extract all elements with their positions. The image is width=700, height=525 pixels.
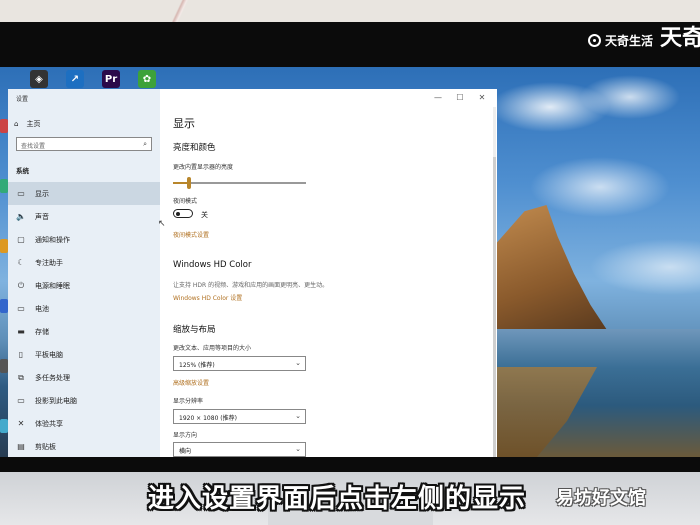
brightness-slider-thumb[interactable] (186, 177, 191, 189)
sidebar-item-label: 体验共享 (35, 419, 63, 428)
sidebar-item[interactable]: ▭ 电池 (8, 297, 160, 320)
sidebar-item-icon: ▭ (17, 304, 25, 313)
desktop-icon-row: ◈ ↗ Pr ✿ (0, 67, 700, 89)
sidebar-section-label: 系统 (16, 167, 29, 175)
chevron-down-icon: ⌄ (295, 359, 301, 367)
resolution-label: 显示分辨率 (173, 398, 204, 405)
sidebar-item-label: 声音 (35, 212, 49, 221)
night-light-state: 关 (201, 211, 208, 219)
sidebar-item-label: 电源和睡眠 (35, 281, 70, 290)
settings-window: 设置 ⌂ 主页 查找设置 ⌕ 系统 ▭ 显示 🔈 声音 ▢ 通知和操作 ☾ 专注助手 ⏻ 电源和睡… (8, 89, 497, 457)
sidebar-item[interactable]: ▭ 投影到此电脑 (8, 389, 160, 412)
chevron-down-icon: ⌄ (295, 412, 301, 420)
hdr-description: 让支持 HDR 的视频、游戏和应用的画面更明亮、更生动。 (173, 282, 329, 289)
desktop-screen: ◈ ↗ Pr ✿ 设置 ⌂ 主页 查找设置 ⌕ 系统 ▭ 显示 🔈 声音 ▢ 通知和操作 ☾… (0, 67, 700, 457)
video-subtitle: 进入设置界面后点击左侧的显示 (148, 484, 527, 514)
desktop-icon[interactable] (0, 119, 8, 133)
sidebar-item-label: 存储 (35, 327, 49, 336)
sidebar-item-icon: ✕ (17, 419, 25, 428)
sidebar-item-label: 显示 (35, 189, 49, 198)
night-light-toggle[interactable] (173, 209, 193, 218)
sidebar-item[interactable]: ⏻ 电源和睡眠 (8, 274, 160, 297)
desktop-left-icons (0, 89, 8, 457)
brightness-label: 更改内置显示器的亮度 (173, 164, 234, 171)
sidebar-item[interactable]: ▤ 剪贴板 (8, 435, 160, 457)
advanced-scaling-link[interactable]: 高级缩放设置 (173, 378, 209, 387)
watermark-brand: 天奇生活 (588, 32, 653, 49)
sidebar-item[interactable]: ▢ 通知和操作 (8, 228, 160, 251)
scale-heading: 缩放与布局 (173, 325, 216, 335)
orientation-dropdown[interactable]: 横向 ⌄ (173, 442, 306, 457)
home-label: 主页 (26, 120, 41, 128)
desktop-icon[interactable] (0, 179, 8, 193)
hdr-heading: Windows HD Color (173, 260, 252, 270)
brightness-slider[interactable] (173, 177, 306, 189)
sidebar-item[interactable]: ⧉ 多任务处理 (8, 366, 160, 389)
sidebar-item-icon: ▤ (17, 442, 25, 451)
desktop-icon[interactable] (0, 359, 8, 373)
green-app-icon[interactable]: ✿ (138, 70, 156, 88)
sidebar-item-icon: 🔈 (16, 212, 26, 221)
sidebar-item-home[interactable]: ⌂ 主页 (14, 119, 40, 129)
unity-icon[interactable]: ◈ (30, 70, 48, 88)
sidebar-item[interactable]: ▬ 存储 (8, 320, 160, 343)
sidebar-item[interactable]: ▯ 平板电脑 (8, 343, 160, 366)
sidebar-item-icon: ⏻ (17, 280, 25, 290)
brand-logo-icon (588, 34, 601, 47)
desktop-icon[interactable] (0, 239, 8, 253)
brightness-heading: 亮度和颜色 (173, 143, 216, 153)
scale-label: 更改文本、应用等项目的大小 (173, 345, 252, 352)
desktop-icon[interactable] (0, 299, 8, 313)
orientation-label: 显示方向 (173, 432, 198, 439)
home-icon: ⌂ (14, 120, 19, 128)
sidebar-item-label: 平板电脑 (35, 350, 63, 359)
sidebar-item-label: 剪贴板 (35, 442, 56, 451)
photo-frame-top (0, 0, 700, 22)
window-title: 设置 (16, 96, 29, 103)
sidebar-item[interactable]: ☾ 专注助手 (8, 251, 160, 274)
night-light-settings-link[interactable]: 夜间模式设置 (173, 230, 209, 239)
display-settings-pane: 显示 亮度和颜色 更改内置显示器的亮度 夜间模式 关 夜间模式设置 Window… (173, 89, 497, 457)
sidebar-item-label: 电池 (35, 304, 49, 313)
orientation-value: 横向 (179, 448, 192, 455)
sidebar-item[interactable]: 🔈 声音 (8, 205, 160, 228)
brand-text: 天奇生活 (605, 34, 654, 48)
sidebar-item-icon: ▢ (17, 235, 25, 244)
scale-value: 125% (推荐) (179, 362, 215, 369)
search-icon: ⌕ (143, 140, 147, 148)
resolution-value: 1920 × 1080 (推荐) (179, 415, 237, 422)
sidebar-item-label: 专注助手 (35, 258, 63, 267)
sidebar-item-label: 通知和操作 (35, 235, 70, 244)
sidebar-item-icon: ☾ (17, 258, 25, 267)
sidebar-item-label: 投影到此电脑 (35, 396, 77, 405)
mouse-cursor-icon: ↖ (158, 219, 166, 229)
sidebar-item[interactable]: ▭ 显示 (8, 182, 160, 205)
sidebar-item-label: 多任务处理 (35, 373, 70, 382)
night-light-label: 夜间模式 (173, 198, 198, 205)
page-title: 显示 (173, 117, 195, 130)
sidebar-item-icon: ▬ (17, 327, 25, 336)
resolution-dropdown[interactable]: 1920 × 1080 (推荐) ⌄ (173, 409, 306, 424)
desktop-icon[interactable] (0, 419, 8, 433)
sidebar-item[interactable]: ✕ 体验共享 (8, 412, 160, 435)
settings-sidebar: 设置 ⌂ 主页 查找设置 ⌕ 系统 ▭ 显示 🔈 声音 ▢ 通知和操作 ☾ 专注助手 ⏻ 电源和睡… (8, 89, 160, 457)
scale-dropdown[interactable]: 125% (推荐) ⌄ (173, 356, 306, 371)
content-scrollbar[interactable] (493, 107, 496, 457)
sidebar-item-icon: ▯ (18, 350, 24, 359)
chevron-down-icon: ⌄ (295, 445, 301, 453)
watermark-corner: 天奇 (660, 26, 700, 51)
site-watermark: 易坊好文馆 (556, 488, 646, 509)
hdr-settings-link[interactable]: Windows HD Color 设置 (173, 293, 242, 302)
sidebar-nav: ▭ 显示 🔈 声音 ▢ 通知和操作 ☾ 专注助手 ⏻ 电源和睡眠 ▭ 电池 ▬ 存储 ▯ 平板电脑 ⧉ 多任务处理… (8, 182, 160, 457)
sidebar-item-icon: ▭ (17, 189, 25, 198)
arrow-app-icon[interactable]: ↗ (66, 70, 84, 88)
premiere-icon[interactable]: Pr (102, 70, 120, 88)
scrollbar-thumb[interactable] (493, 157, 496, 457)
search-placeholder: 查找设置 (21, 143, 46, 150)
sidebar-item-icon: ▭ (17, 396, 25, 405)
sidebar-item-icon: ⧉ (18, 372, 24, 382)
search-input[interactable]: 查找设置 ⌕ (16, 137, 152, 151)
